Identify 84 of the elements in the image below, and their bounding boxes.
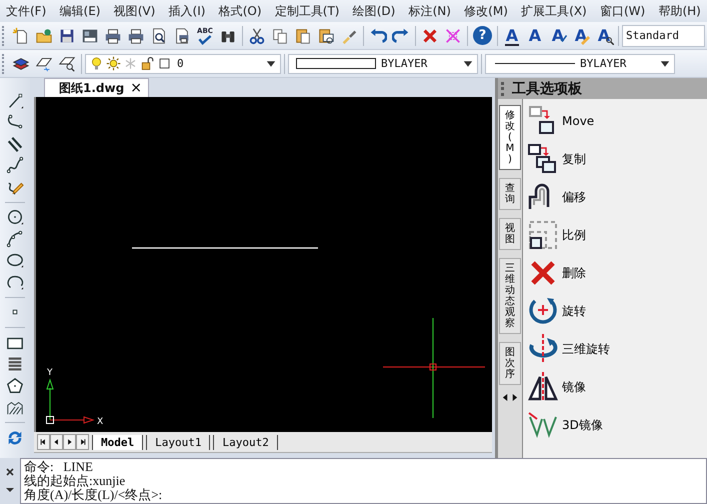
palette-tab[interactable]: 图次序 (499, 342, 521, 385)
menu-item[interactable]: 标注(N) (406, 2, 453, 20)
scroll-right-icon[interactable] (511, 393, 518, 402)
drawing-canvas[interactable]: Y X (34, 97, 492, 432)
ucs-icon (46, 378, 95, 424)
palette-tab[interactable]: 修改(M) (499, 105, 521, 170)
palette-tool[interactable]: 删除 (523, 254, 586, 292)
command-line-text: 命令: LINE (24, 460, 94, 474)
color-dropdown[interactable]: BYLAYER (288, 54, 478, 74)
command-line-text: 线的起始点:xunjie (24, 474, 126, 488)
menu-item[interactable]: 绘图(D) (350, 2, 398, 20)
palette-title: 工具选项板 (512, 80, 582, 98)
axis-label: X (97, 417, 104, 427)
palette-tool[interactable]: 3D镜像 (523, 406, 603, 444)
close-icon[interactable] (5, 467, 15, 477)
palette-tab[interactable]: 查询 (499, 178, 521, 210)
palette-tab[interactable]: 视图 (499, 218, 521, 250)
axis-label: Y (47, 368, 52, 378)
menu-item[interactable]: 插入(I) (166, 2, 208, 20)
spline-icon[interactable] (4, 154, 26, 176)
palette-tool[interactable]: 复制 (523, 140, 586, 178)
command-window[interactable]: 命令: LINE 线的起始点:xunjie 角度(A)/长度(L)/<终点>: (20, 458, 707, 504)
help-button[interactable]: ? (473, 26, 492, 45)
prev-page-icon[interactable] (50, 434, 63, 450)
palette-tool[interactable]: 比例 (523, 216, 586, 254)
linetype-dropdown[interactable]: BYLAYER (485, 54, 675, 74)
last-page-icon[interactable] (76, 434, 89, 450)
menu-item[interactable]: 窗口(W) (598, 2, 648, 20)
layout-tab[interactable]: Layout1 (146, 434, 210, 450)
tool-label: 复制 (562, 150, 586, 168)
close-button[interactable]: × (130, 81, 142, 95)
tool-label: 镜像 (562, 378, 586, 396)
tool-label: 偏移 (562, 188, 586, 206)
snowflake-icon (123, 56, 138, 71)
color-value: BYLAYER (381, 57, 428, 70)
underline-icon (505, 44, 519, 46)
layer-dropdown[interactable]: 0 (85, 54, 281, 74)
menu-item[interactable]: 定制工具(T) (272, 2, 342, 20)
next-page-icon[interactable] (63, 434, 76, 450)
copy-tool-icon (527, 143, 559, 175)
palette-tool[interactable]: 旋转 (523, 292, 586, 330)
tool-label: Move (562, 114, 594, 128)
toolbar-grip[interactable] (2, 26, 6, 46)
scale-tool-icon (527, 219, 559, 251)
palette-tool[interactable]: Move (523, 102, 594, 140)
menu-item[interactable]: 文件(F) (4, 2, 48, 20)
palette-tool[interactable]: 偏移 (523, 178, 586, 216)
mirror-tool-icon (527, 371, 559, 403)
toolbar-grip[interactable] (2, 54, 6, 74)
palette-tab[interactable]: 三维动态观察 (499, 258, 521, 334)
linetype-value: BYLAYER (580, 57, 628, 70)
document-tab[interactable]: 图纸1.dwg × (44, 78, 149, 97)
scroll-left-icon[interactable] (502, 393, 509, 402)
tool-label: 3D镜像 (562, 416, 603, 434)
menu-item[interactable]: 视图(V) (112, 2, 158, 20)
command-line-text: 角度(A)/长度(L)/<终点>: (24, 488, 164, 502)
tool-label: 删除 (562, 264, 586, 282)
layout-tab[interactable]: Layout2 (213, 434, 278, 450)
menu-item[interactable]: 帮助(H) (656, 2, 703, 20)
check-icon (197, 34, 213, 44)
tool-label: 旋转 (562, 302, 586, 320)
lock-icon (140, 56, 155, 71)
menu-item[interactable]: 格式(O) (216, 2, 264, 20)
text-style-button[interactable]: A (593, 24, 615, 46)
caret-icon[interactable] (5, 485, 15, 495)
text-style-button[interactable]: A (524, 24, 546, 46)
palette-tool[interactable]: 三维旋转 (523, 330, 610, 368)
first-page-icon[interactable] (37, 434, 50, 450)
document-title: 图纸1.dwg (59, 80, 124, 96)
tool-label: 三维旋转 (562, 340, 610, 358)
menu-item[interactable]: 修改(M) (462, 2, 510, 20)
bulb-icon (89, 56, 104, 71)
color-square-icon (157, 56, 172, 71)
menu-item[interactable]: 扩展工具(X) (519, 2, 589, 20)
menu-item[interactable]: 编辑(E) (58, 2, 102, 20)
palette-grip[interactable] (501, 82, 507, 96)
sun-icon (106, 56, 121, 71)
text-style-button[interactable]: A (501, 24, 523, 46)
rotate3d-tool-icon (527, 333, 559, 365)
text-style-field[interactable]: Standard (622, 24, 705, 46)
layer-name: 0 (177, 57, 185, 70)
layout-tab[interactable]: Model (92, 434, 144, 450)
tool-label: 比例 (562, 226, 586, 244)
palette-tool[interactable]: 镜像 (523, 368, 586, 406)
